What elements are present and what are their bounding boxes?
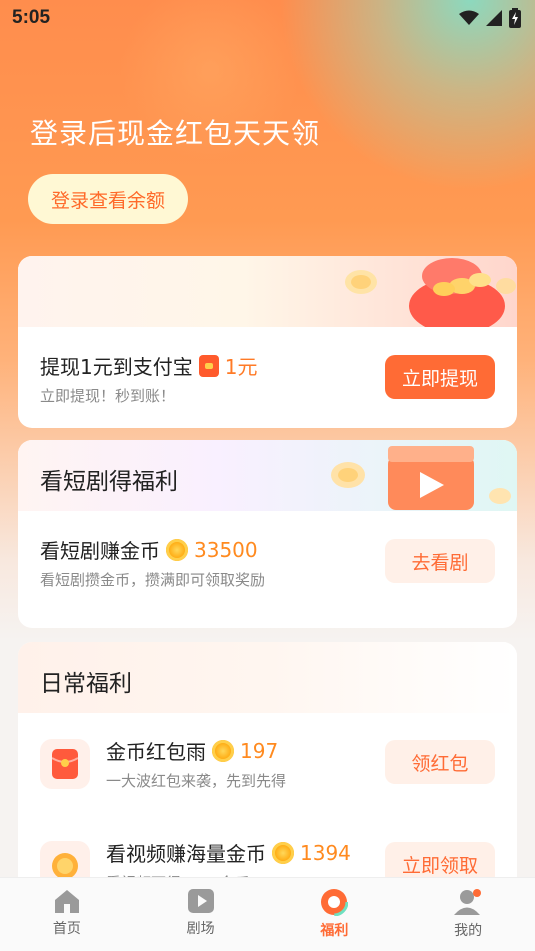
drama-coins: 33500 <box>194 537 258 562</box>
coin-icon <box>272 841 294 864</box>
tab-welfare[interactable]: 福利 <box>268 878 402 951</box>
coin-decoration-icon <box>331 462 365 488</box>
bottom-tab-bar: 首页 剧场 福利 我的 <box>0 877 535 951</box>
withdraw-card: 提现1元到支付宝 1元 立即提现！秒到账！ 立即提现 <box>18 256 517 428</box>
hero-title: 登录后现金红包天天领 <box>30 117 321 150</box>
battery-charging-icon <box>509 8 521 28</box>
withdraw-button[interactable]: 立即提现 <box>385 355 495 399</box>
item-subtitle: 一大波红包来袭，先到先得 <box>106 772 287 790</box>
home-icon <box>54 890 79 913</box>
withdraw-title: 提现1元到支付宝 <box>40 355 193 379</box>
withdraw-row: 提现1元到支付宝 1元 立即提现！秒到账！ 立即提现 <box>18 327 517 417</box>
tab-label: 首页 <box>52 921 81 937</box>
coin-icon <box>166 538 188 561</box>
item-title: 金币红包雨 <box>106 740 206 764</box>
withdraw-banner <box>18 256 517 327</box>
item-coins: 1394 <box>300 840 351 865</box>
status-icons <box>459 8 521 28</box>
withdraw-title-line: 提现1元到支付宝 1元 <box>40 351 257 380</box>
drama-banner-title: 看短剧得福利 <box>40 469 178 495</box>
clapperboard-icon <box>388 446 511 510</box>
item-title: 看视频赚海量金币 <box>106 842 266 866</box>
login-balance-button[interactable]: 登录查看余额 <box>28 174 188 224</box>
drama-title-line: 看短剧赚金币 33500 <box>40 535 258 564</box>
tab-home[interactable]: 首页 <box>0 878 134 951</box>
play-icon <box>187 889 214 913</box>
welfare-icon <box>320 888 349 916</box>
daily-banner: 日常福利 <box>18 642 517 713</box>
drama-row: 看短剧赚金币 33500 看短剧攒金币，攒满即可领取奖励 去看剧 <box>18 511 517 601</box>
status-time: 5:05 <box>12 7 51 28</box>
drama-row-title: 看短剧赚金币 <box>40 539 160 563</box>
status-bar: 5:05 <box>0 0 535 36</box>
signal-icon <box>486 10 502 26</box>
drama-card: 看短剧得福利 看短剧赚金币 33500 看短剧攒金币，攒满即可领取奖励 去看剧 <box>18 440 517 628</box>
red-envelope-icon <box>198 354 219 377</box>
coin-icon <box>212 739 234 762</box>
list-item: 金币红包雨 197 一大波红包来袭，先到先得 领红包 <box>18 722 517 812</box>
daily-banner-title: 日常福利 <box>40 671 132 697</box>
item-title-line: 金币红包雨 197 <box>106 736 278 765</box>
tab-theater[interactable]: 剧场 <box>134 878 268 951</box>
tab-label: 剧场 <box>186 921 215 937</box>
watch-drama-button[interactable]: 去看剧 <box>385 539 495 583</box>
tab-profile[interactable]: 我的 <box>401 878 535 951</box>
tab-label: 福利 <box>320 923 349 939</box>
red-envelope-icon <box>40 739 90 789</box>
item-coins: 197 <box>240 738 279 763</box>
wifi-icon <box>459 10 479 25</box>
coin-decoration-icon <box>345 270 377 294</box>
claim-redpack-button[interactable]: 领红包 <box>385 740 495 784</box>
withdraw-subtitle: 立即提现！秒到账！ <box>40 387 176 405</box>
drama-banner: 看短剧得福利 <box>18 440 517 511</box>
money-bag-icon <box>409 258 516 327</box>
tab-label: 我的 <box>454 923 483 939</box>
item-title-line: 看视频赚海量金币 1394 <box>106 838 351 867</box>
profile-icon <box>454 889 482 915</box>
withdraw-amount: 1元 <box>224 355 258 379</box>
drama-subtitle: 看短剧攒金币，攒满即可领取奖励 <box>40 571 266 589</box>
